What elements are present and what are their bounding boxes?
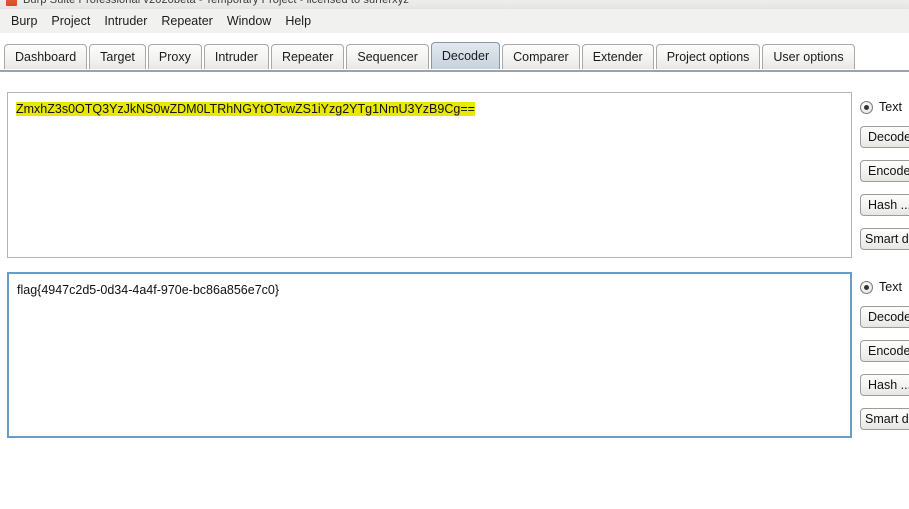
- tab-decoder[interactable]: Decoder: [430, 42, 501, 69]
- radio-selected-icon: [860, 100, 873, 114]
- decoder-panel: ZmxhZ3s0OTQ3YzJkNS0wZDM0LTRhNGYtOTcwZS1i…: [0, 76, 909, 509]
- decoder-output-panel: flag{4947c2d5-0d34-4a4f-970e-bc86a856e7c…: [7, 272, 852, 438]
- decoder-output-text: flag{4947c2d5-0d34-4a4f-970e-bc86a856e7c…: [17, 283, 280, 297]
- menu-item-burp[interactable]: Burp: [4, 11, 44, 32]
- decoder-input-smart-decode-button[interactable]: Smart decode: [860, 228, 909, 250]
- decoder-output-radio-text-label: Text: [879, 280, 902, 294]
- tab-user-options[interactable]: User options: [762, 44, 855, 69]
- decoder-input-controls: Text Decode as ... Encode as ... Hash ..…: [860, 98, 909, 262]
- tab-repeater[interactable]: Repeater: [270, 44, 345, 69]
- menu-bar: Burp Project Intruder Repeater Window He…: [0, 9, 909, 33]
- tab-strip: Dashboard Target Proxy Intruder Repeater…: [4, 42, 857, 69]
- decoder-output-encode-as-button[interactable]: Encode as ...: [860, 340, 909, 362]
- decoder-input-radio-text-label: Text: [879, 100, 902, 114]
- decoder-input-encode-as-button[interactable]: Encode as ...: [860, 160, 909, 182]
- tab-intruder[interactable]: Intruder: [203, 44, 269, 69]
- tab-dashboard[interactable]: Dashboard: [4, 44, 88, 69]
- decoder-input-panel: ZmxhZ3s0OTQ3YzJkNS0wZDM0LTRhNGYtOTcwZS1i…: [7, 92, 852, 258]
- menu-item-help[interactable]: Help: [278, 11, 318, 32]
- menu-item-intruder[interactable]: Intruder: [97, 11, 154, 32]
- decoder-output-controls: Text Decode as ... Encode as ... Hash ..…: [860, 278, 909, 442]
- window-title: Burp Suite Professional v2020beta - Temp…: [23, 0, 409, 6]
- decoder-output-smart-decode-button[interactable]: Smart decode: [860, 408, 909, 430]
- radio-selected-icon: [860, 280, 873, 294]
- tab-extender[interactable]: Extender: [581, 44, 654, 69]
- decoder-input-editor[interactable]: ZmxhZ3s0OTQ3YzJkNS0wZDM0LTRhNGYtOTcwZS1i…: [7, 92, 852, 258]
- menu-item-project[interactable]: Project: [44, 11, 97, 32]
- tab-bar-divider-light: [0, 72, 909, 73]
- decoder-output-hash-button[interactable]: Hash ...: [860, 374, 909, 396]
- tab-sequencer[interactable]: Sequencer: [346, 44, 429, 69]
- tab-project-options[interactable]: Project options: [655, 44, 761, 69]
- title-bar: Burp Suite Professional v2020beta - Temp…: [0, 0, 909, 9]
- decoder-output-editor[interactable]: flag{4947c2d5-0d34-4a4f-970e-bc86a856e7c…: [7, 272, 852, 438]
- decoder-input-text: ZmxhZ3s0OTQ3YzJkNS0wZDM0LTRhNGYtOTcwZS1i…: [16, 102, 475, 116]
- burp-logo-icon: [6, 0, 17, 6]
- tab-proxy[interactable]: Proxy: [147, 44, 202, 69]
- tab-comparer[interactable]: Comparer: [502, 44, 580, 69]
- tab-target[interactable]: Target: [89, 44, 146, 69]
- decoder-input-radio-text[interactable]: Text: [860, 98, 909, 116]
- decoder-input-decode-as-button[interactable]: Decode as ...: [860, 126, 909, 148]
- main-tab-bar: Dashboard Target Proxy Intruder Repeater…: [0, 40, 909, 72]
- decoder-input-hash-button[interactable]: Hash ...: [860, 194, 909, 216]
- decoder-output-decode-as-button[interactable]: Decode as ...: [860, 306, 909, 328]
- menu-item-window[interactable]: Window: [220, 11, 278, 32]
- menu-item-repeater[interactable]: Repeater: [154, 11, 219, 32]
- decoder-output-radio-text[interactable]: Text: [860, 278, 909, 296]
- burp-suite-window: Burp Suite Professional v2020beta - Temp…: [0, 0, 909, 509]
